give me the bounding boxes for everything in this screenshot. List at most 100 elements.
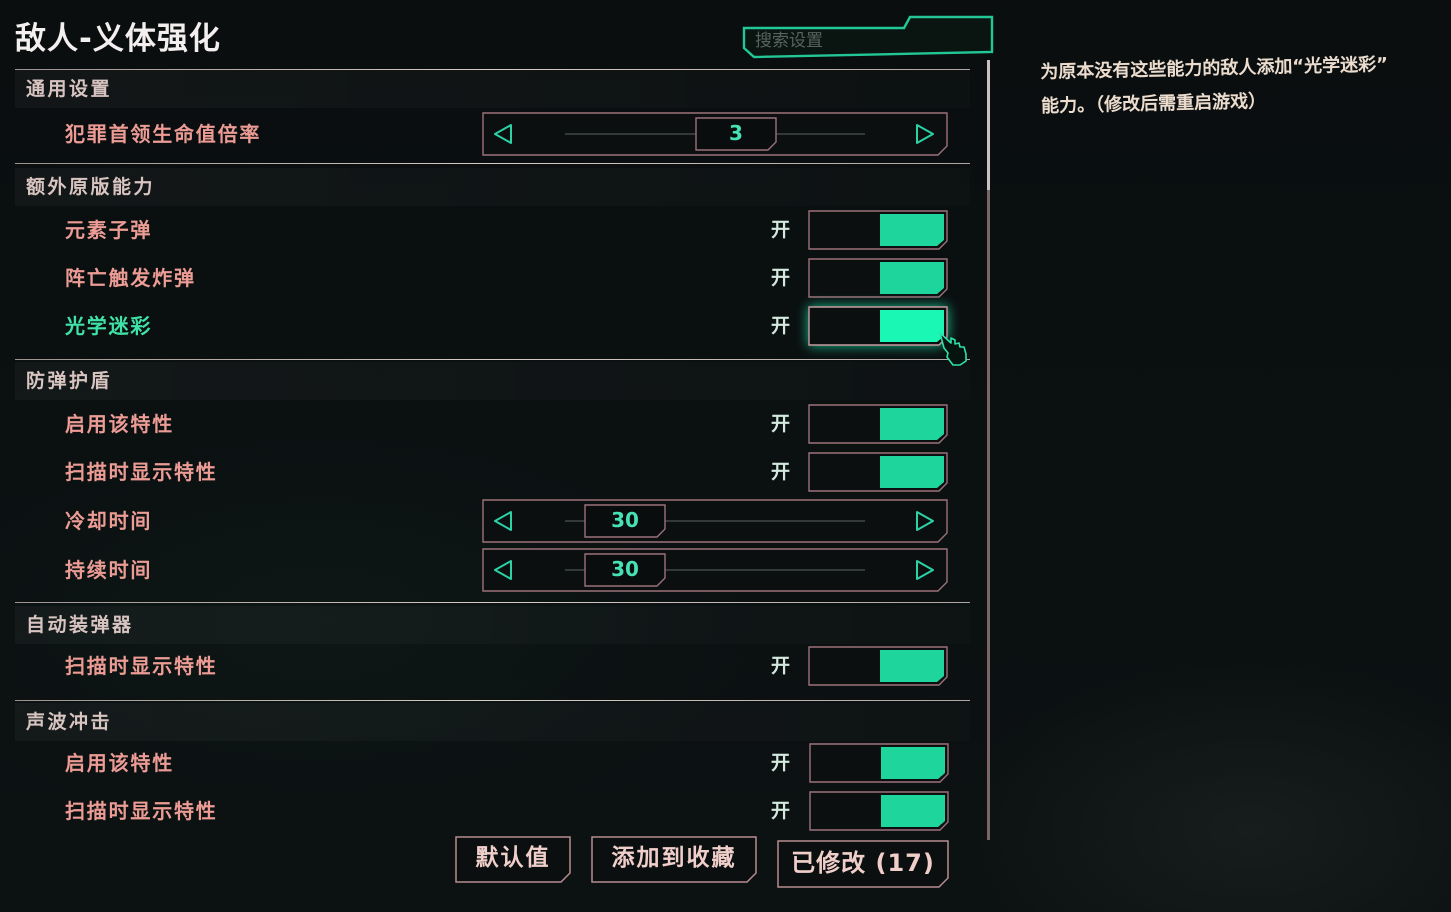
optical-camo-toggle[interactable] [808,306,948,346]
scrollbar[interactable] [987,60,990,840]
button-label: 默认值 [475,845,551,871]
slider-frame [482,499,948,543]
toggle-graphic [808,404,948,444]
toggle-on-fill [880,262,944,294]
section-divider [15,602,970,603]
slider-handle[interactable]: 30 [584,504,666,538]
toggle-graphic [809,743,949,783]
setting-row-shield-enable[interactable]: 启用该特性 开 [15,402,970,446]
setting-label: 光学迷彩 [65,314,153,338]
arrow-left-glyph [494,560,512,580]
slider-handle[interactable]: 3 [695,117,777,151]
arrow-right-icon[interactable] [915,510,935,532]
toggle-graphic [808,452,948,492]
shield-duration-slider[interactable]: 30 [482,548,948,592]
arrow-left-shape [494,560,512,580]
arrow-right-icon[interactable] [915,559,935,581]
autoloader-scan-display-toggle[interactable] [808,646,948,686]
modified-button[interactable]: 已修改 (17) [777,840,949,888]
toggle-graphic [808,646,948,686]
arrow-right-glyph [916,511,934,531]
button-label: 已修改 (17) [791,849,935,877]
arrow-left-icon[interactable] [493,510,513,532]
setting-row-shield-cooldown[interactable]: 冷却时间 30 [15,499,970,543]
arrow-right-icon[interactable] [915,123,935,145]
defaults-button[interactable]: 默认值 [455,836,571,883]
section-general: 通用设置 [15,70,970,108]
scrollbar-thumb[interactable] [987,60,990,190]
setting-label: 冷却时间 [65,509,153,533]
setting-description: 为原本没有这些能力的敌人添加“光学迷彩” 能力。（修改后需重启游戏） [1040,47,1441,124]
toggle-on-fill [880,310,944,342]
arrow-right-glyph [916,124,934,144]
toggle-state-label: 开 [771,413,791,435]
toggle-on-fill [880,214,944,246]
setting-row-crime-boss-health-multiplier[interactable]: 犯罪首领生命值倍率 3 [15,112,970,156]
section-autoloader: 自动装弹器 [15,606,970,644]
arrow-left-glyph [494,124,512,144]
arrow-left-glyph [494,511,512,531]
toggle-graphic [808,306,948,346]
arrow-left-icon[interactable] [493,123,513,145]
button-label: 添加到收藏 [611,845,737,871]
toggle-state-label: 开 [771,752,791,774]
setting-label: 扫描时显示特性 [65,654,218,678]
slider-value: 30 [611,557,639,581]
toggle-graphic [808,258,948,298]
cursor-shape [939,332,967,366]
toggle-on-fill [881,795,945,827]
arrow-right-shape [916,560,934,580]
section-extra-vanilla-abilities: 额外原版能力 [15,168,970,206]
cursor-glyph [939,332,967,366]
setting-row-optical-camo[interactable]: 光学迷彩 开 [15,304,970,348]
setting-label: 扫描时显示特性 [65,799,218,823]
section-divider [15,700,970,701]
toggle-graphic [808,210,948,250]
setting-row-shield-scan-display[interactable]: 扫描时显示特性 开 [15,450,970,494]
section-sonic-shock: 声波冲击 [15,703,970,741]
setting-row-elemental-bullets[interactable]: 元素子弹 开 [15,208,970,252]
slider-value: 30 [611,508,639,532]
section-header: 自动装弹器 [26,614,134,636]
setting-row-death-grenade[interactable]: 阵亡触发炸弹 开 [15,256,970,300]
elemental-bullets-toggle[interactable] [808,210,948,250]
shield-cooldown-slider[interactable]: 30 [482,499,948,543]
setting-row-sonic-shock-enable[interactable]: 启用该特性 开 [15,741,970,785]
sonic-shock-enable-toggle[interactable] [809,743,949,783]
arrow-right-shape [916,124,934,144]
section-header: 通用设置 [26,78,113,100]
arrow-right-shape [916,511,934,531]
slider-handle[interactable]: 30 [584,553,666,587]
toggle-on-fill [880,456,944,488]
setting-row-sonic-shock-scan-display[interactable]: 扫描时显示特性 开 [15,789,970,833]
death-grenade-toggle[interactable] [808,258,948,298]
slider-frame [482,548,948,592]
setting-row-shield-duration[interactable]: 持续时间 30 [15,548,970,592]
add-to-favorites-button[interactable]: 添加到收藏 [591,836,757,883]
setting-label: 犯罪首领生命值倍率 [65,122,262,146]
crime-boss-health-multiplier-slider[interactable]: 3 [482,112,948,156]
slider-value: 3 [729,121,743,145]
section-header: 防弹护盾 [26,370,113,392]
cursor-hand-icon [937,330,973,368]
section-header: 声波冲击 [26,711,113,733]
section-header: 额外原版能力 [26,176,156,198]
search-box[interactable] [742,15,994,59]
arrow-left-shape [494,124,512,144]
setting-label: 元素子弹 [65,218,153,242]
arrow-left-icon[interactable] [493,559,513,581]
arrow-left-shape [494,511,512,531]
page-title: 敌人-义体强化 [15,21,221,57]
search-input[interactable] [755,28,981,54]
section-divider [15,163,970,164]
sonic-shock-scan-display-toggle[interactable] [809,791,949,831]
shield-enable-toggle[interactable] [808,404,948,444]
section-divider [15,359,970,360]
shield-scan-display-toggle[interactable] [808,452,948,492]
setting-label: 阵亡触发炸弹 [65,266,196,290]
setting-row-autoloader-scan-display[interactable]: 扫描时显示特性 开 [15,644,970,688]
arrow-right-glyph [916,560,934,580]
toggle-state-label: 开 [771,655,791,677]
setting-label: 启用该特性 [65,751,174,775]
toggle-state-label: 开 [771,800,791,822]
